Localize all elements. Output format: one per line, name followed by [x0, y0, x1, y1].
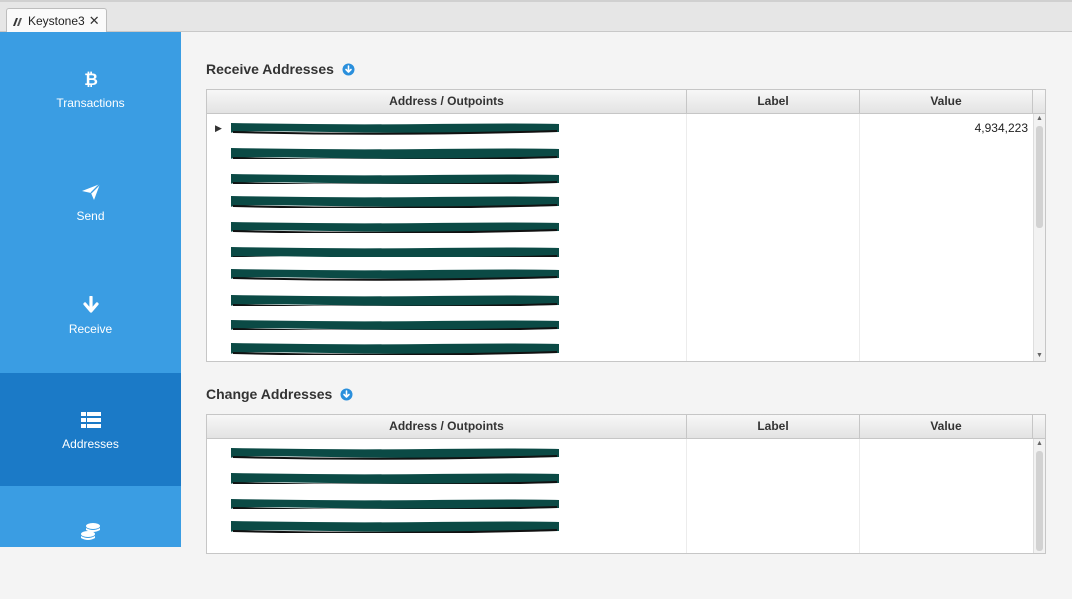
table-row[interactable]: [207, 141, 1033, 166]
receive-addresses-title: Receive Addresses: [206, 61, 355, 77]
column-header-address[interactable]: Address / Outpoints: [207, 90, 687, 113]
scroll-down-icon[interactable]: ▼: [1034, 351, 1045, 361]
expand-arrow-icon[interactable]: ▶: [215, 123, 222, 134]
table-row[interactable]: [207, 312, 1033, 337]
sidebar-item-addresses[interactable]: Addresses: [0, 373, 181, 486]
sidebar-item-utxos[interactable]: [0, 486, 181, 599]
table-row[interactable]: [207, 166, 1033, 191]
column-header-address[interactable]: Address / Outpoints: [207, 415, 687, 438]
redacted-address: [231, 521, 559, 534]
table-row[interactable]: [207, 515, 1033, 540]
scroll-up-icon[interactable]: ▲: [1034, 114, 1045, 124]
redacted-address: [231, 247, 559, 257]
table-row[interactable]: [207, 190, 1033, 215]
download-icon[interactable]: [340, 388, 353, 401]
close-icon[interactable]: ✕: [89, 13, 100, 29]
bitcoin-icon: ₿: [84, 68, 98, 90]
redacted-address: [231, 269, 559, 282]
table-header: Address / Outpoints Label Value: [207, 90, 1045, 114]
section-title-text: Change Addresses: [206, 386, 333, 402]
redacted-address: [231, 320, 559, 331]
redacted-address: [231, 498, 559, 509]
svg-text:₿: ₿: [84, 70, 98, 88]
sidebar: ₿ Transactions Send Receive Addresses: [0, 32, 181, 547]
address-value: 4,934,223: [974, 121, 1028, 135]
table-row[interactable]: [207, 491, 1033, 516]
sidebar-item-label: Receive: [68, 321, 113, 336]
column-header-value[interactable]: Value: [860, 90, 1033, 113]
redacted-address: [231, 173, 559, 184]
column-header-label[interactable]: Label: [687, 415, 860, 438]
paper-plane-icon: [81, 181, 101, 203]
table-row[interactable]: [207, 215, 1033, 240]
table-row[interactable]: [207, 442, 1033, 467]
sidebar-item-send[interactable]: Send: [0, 145, 181, 258]
addresses-panel: Receive Addresses Address / Outpoints La…: [181, 32, 1072, 554]
table-row[interactable]: [207, 239, 1033, 264]
sidebar-item-label: Addresses: [62, 436, 119, 451]
scrollbar-thumb[interactable]: [1036, 451, 1043, 551]
arrow-down-icon: [82, 294, 99, 316]
redacted-address: [231, 221, 559, 233]
coins-icon: [80, 521, 102, 543]
redacted-address: [231, 294, 559, 306]
table-row[interactable]: [207, 337, 1033, 361]
tab-wallet[interactable]: Keystone3 ✕: [6, 8, 107, 32]
wallet-icon: [13, 16, 23, 26]
column-header-label[interactable]: Label: [687, 90, 860, 113]
table-row[interactable]: [207, 263, 1033, 288]
redacted-address: [231, 448, 559, 460]
column-header-value[interactable]: Value: [860, 415, 1033, 438]
sidebar-item-transactions[interactable]: ₿ Transactions: [0, 32, 181, 145]
list-icon: [80, 409, 101, 431]
table-header: Address / Outpoints Label Value: [207, 415, 1045, 439]
sidebar-item-label: Transactions: [56, 95, 125, 110]
redacted-address: [231, 123, 559, 135]
scrollbar-thumb[interactable]: [1036, 126, 1043, 228]
sidebar-item-receive[interactable]: Receive: [0, 258, 181, 371]
redacted-address: [231, 148, 559, 160]
redacted-address: [231, 342, 559, 355]
scroll-up-icon[interactable]: ▲: [1034, 439, 1045, 449]
vertical-scrollbar[interactable]: ▲ ▼: [1033, 114, 1045, 361]
redacted-address: [231, 196, 559, 209]
vertical-scrollbar[interactable]: ▲: [1033, 439, 1045, 553]
section-title-text: Receive Addresses: [206, 61, 334, 77]
table-row[interactable]: [207, 288, 1033, 313]
tab-bar: Keystone3 ✕: [0, 0, 1072, 32]
redacted-address: [231, 473, 559, 485]
table-row[interactable]: ▶ 4,934,223: [207, 117, 1033, 142]
receive-addresses-table[interactable]: Address / Outpoints Label Value ▶ 4,934,2…: [206, 89, 1046, 362]
sidebar-item-label: Send: [76, 208, 105, 223]
change-addresses-title: Change Addresses: [206, 386, 353, 402]
tab-title: Keystone3: [28, 13, 85, 28]
download-icon[interactable]: [342, 63, 355, 76]
table-row[interactable]: [207, 466, 1033, 491]
change-addresses-table[interactable]: Address / Outpoints Label Value ▲: [206, 414, 1046, 554]
